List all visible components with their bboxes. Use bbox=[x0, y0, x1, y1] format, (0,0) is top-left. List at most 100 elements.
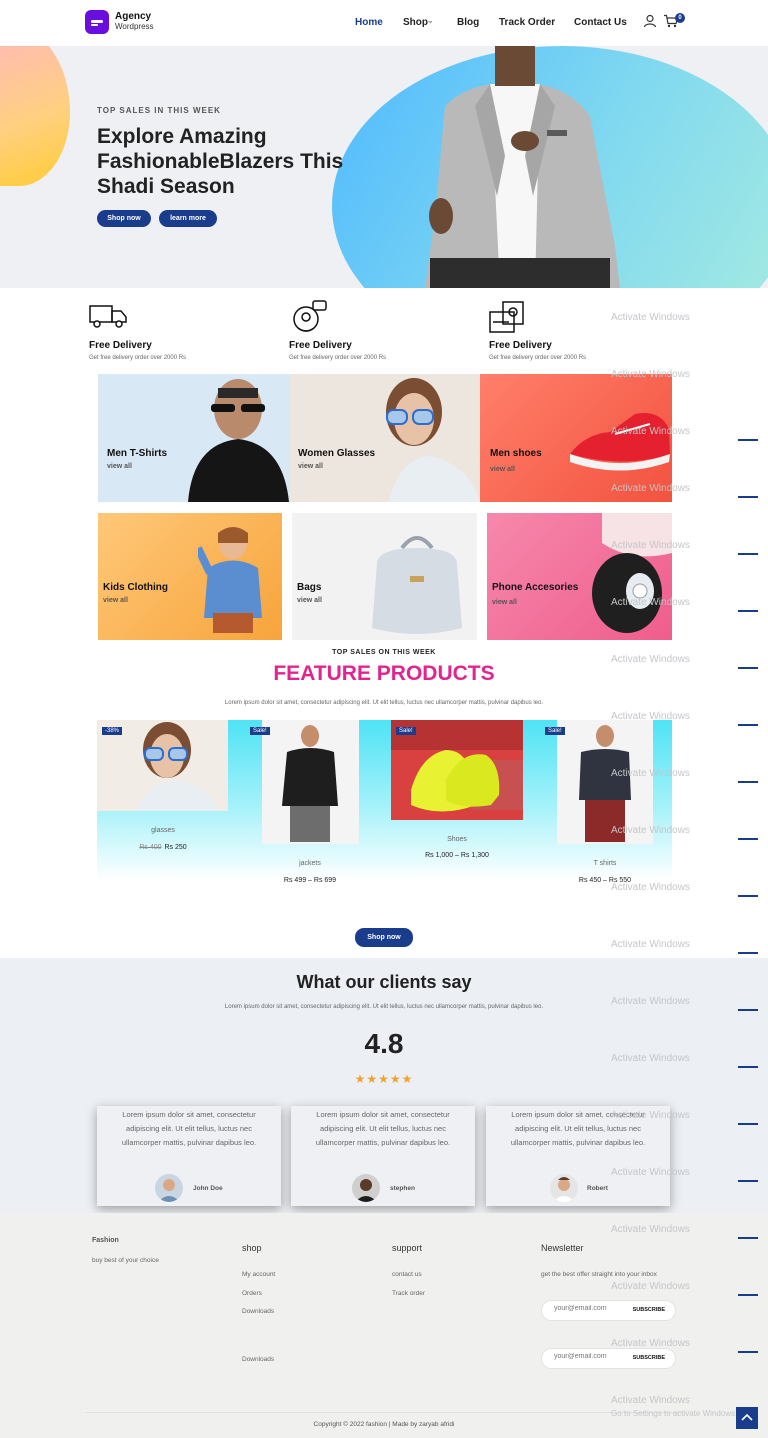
sale-badge: Sale! bbox=[545, 727, 565, 735]
hero-title: Explore Amazing FashionableBlazers This … bbox=[97, 125, 344, 198]
side-dash bbox=[738, 1066, 758, 1068]
category-image bbox=[198, 527, 262, 633]
footer-link-my-account[interactable]: My account bbox=[242, 1271, 275, 1278]
avatar bbox=[155, 1174, 183, 1202]
product-name[interactable]: Shoes bbox=[397, 836, 517, 843]
top-navbar: Agency Wordpress Home Shop ⌄ Blog Track O… bbox=[0, 0, 768, 46]
logo-subtitle: Wordpress bbox=[115, 22, 154, 31]
footer-newsletter-heading: Newsletter bbox=[541, 1243, 584, 1253]
product-image-jackets[interactable] bbox=[262, 720, 359, 844]
footer-link-track-order[interactable]: Track order bbox=[392, 1290, 425, 1297]
windows-watermark: Activate Windows bbox=[611, 1224, 690, 1235]
windows-watermark: Activate Windows bbox=[611, 825, 690, 836]
category-view-all-link[interactable]: view all bbox=[103, 597, 128, 604]
avatar bbox=[550, 1174, 578, 1202]
windows-watermark: Activate Windows bbox=[611, 711, 690, 722]
side-dash bbox=[738, 610, 758, 612]
side-dash bbox=[738, 895, 758, 897]
nav-contact-us[interactable]: Contact Us bbox=[574, 17, 627, 28]
truck-icon bbox=[89, 305, 127, 328]
windows-watermark: Activate Windows bbox=[611, 939, 690, 950]
products-title: FEATURE PRODUCTS bbox=[273, 662, 495, 685]
windows-watermark: Activate Windows bbox=[611, 426, 690, 437]
footer-link-downloads[interactable]: Downloads bbox=[242, 1308, 274, 1315]
testimonial-card: Lorem ipsum dolor sit amet, consectetur … bbox=[291, 1106, 475, 1206]
user-icon[interactable] bbox=[643, 14, 657, 28]
hero-model-image bbox=[425, 46, 620, 288]
nav-track-order[interactable]: Track Order bbox=[499, 17, 555, 28]
hero-learn-more-button[interactable]: learn more bbox=[159, 210, 217, 227]
nav-blog[interactable]: Blog bbox=[457, 17, 479, 28]
testimonial-card: Lorem ipsum dolor sit amet, consectetur … bbox=[97, 1106, 281, 1206]
hero-banner: TOP SALES IN THIS WEEK Explore Amazing F… bbox=[0, 46, 768, 288]
chevron-up-icon bbox=[741, 1413, 753, 1421]
windows-watermark: Activate Windows bbox=[611, 768, 690, 779]
product-name[interactable]: T shirts bbox=[545, 860, 665, 867]
category-view-all-link[interactable]: view all bbox=[298, 463, 323, 470]
category-image bbox=[188, 379, 289, 502]
footer-link-downloads-extra[interactable]: Downloads bbox=[242, 1356, 274, 1363]
side-dash bbox=[738, 667, 758, 669]
windows-watermark: Activate Windows bbox=[611, 483, 690, 494]
nav-shop[interactable]: Shop ⌄ bbox=[403, 16, 434, 28]
category-view-all-link[interactable]: view all bbox=[490, 466, 515, 473]
windows-watermark: Activate Windows bbox=[611, 312, 690, 323]
chevron-down-icon: ⌄ bbox=[427, 16, 434, 25]
feature-text: Get free delivery order over 2000 Rs bbox=[89, 355, 187, 361]
side-dash bbox=[738, 1237, 758, 1239]
footer-link-orders[interactable]: Orders bbox=[242, 1290, 262, 1297]
category-men-tshirts[interactable]: Men T-Shirts view all bbox=[98, 374, 289, 502]
side-dash bbox=[738, 1294, 758, 1296]
nav-home[interactable]: Home bbox=[355, 17, 383, 28]
footer-brand-text: buy best of your choice bbox=[92, 1257, 159, 1264]
product-price: Rs 1,000 – Rs 1,300 bbox=[425, 852, 489, 859]
product-image-shoes[interactable] bbox=[391, 720, 523, 820]
windows-watermark: Activate Windows bbox=[611, 1395, 690, 1406]
avatar bbox=[352, 1174, 380, 1202]
category-title: Women Glasses bbox=[298, 448, 376, 459]
side-dash bbox=[738, 781, 758, 783]
products-shop-now-button[interactable]: Shop now bbox=[355, 928, 413, 947]
category-view-all-link[interactable]: view all bbox=[107, 463, 132, 470]
category-image bbox=[386, 378, 480, 502]
category-view-all-link[interactable]: view all bbox=[492, 599, 517, 606]
testimonial-card: Lorem ipsum dolor sit amet, consectetur … bbox=[486, 1106, 670, 1206]
testimonial-author: John Doe bbox=[193, 1185, 223, 1192]
copyright-text: Copyright © 2022 fashion | Made by zarya… bbox=[313, 1421, 455, 1428]
site-logo[interactable]: Agency Wordpress bbox=[85, 10, 154, 34]
category-kids-clothing[interactable]: Kids Clothing view all bbox=[98, 513, 282, 640]
subscribe-button[interactable]: SUBSCRIBE bbox=[633, 1355, 665, 1361]
category-women-glasses[interactable]: Women Glasses view all bbox=[289, 374, 480, 502]
side-dash bbox=[738, 952, 758, 954]
category-phone-accessories[interactable]: Phone Accesories view all bbox=[487, 513, 672, 640]
scroll-to-top-button[interactable] bbox=[736, 1407, 758, 1429]
windows-watermark: Activate Windows bbox=[611, 369, 690, 380]
testimonial-author: stephen bbox=[390, 1185, 415, 1192]
category-bags[interactable]: Bags view all bbox=[292, 513, 477, 640]
hero-shop-now-button[interactable]: Shop now bbox=[97, 210, 151, 227]
payment-icon bbox=[489, 301, 524, 333]
windows-watermark: Activate Windows bbox=[611, 996, 690, 1007]
side-dash bbox=[738, 496, 758, 498]
category-view-all-link[interactable]: view all bbox=[297, 597, 322, 604]
windows-watermark: Activate Windows bbox=[611, 882, 690, 893]
newsletter-form-secondary: SUBSCRIBE bbox=[541, 1348, 676, 1369]
side-dash bbox=[738, 1009, 758, 1011]
product-name[interactable]: jackets bbox=[250, 860, 370, 867]
side-dash bbox=[738, 838, 758, 840]
sale-badge: Sale! bbox=[396, 727, 416, 735]
category-image bbox=[372, 536, 462, 634]
decorative-blob bbox=[0, 46, 70, 186]
windows-watermark-sub: Go to Settings to activate Windows. bbox=[611, 1409, 738, 1418]
category-image bbox=[592, 513, 672, 633]
feature-item: Free Delivery Get free delivery order ov… bbox=[489, 300, 669, 361]
side-dash bbox=[738, 1180, 758, 1182]
subscribe-button[interactable]: SUBSCRIBE bbox=[633, 1307, 665, 1313]
footer-link-contact-us[interactable]: contact us bbox=[392, 1271, 422, 1278]
category-title: Bags bbox=[297, 582, 322, 593]
category-title: Kids Clothing bbox=[103, 582, 168, 593]
footer-shop-heading: shop bbox=[242, 1243, 262, 1253]
newsletter-email-input[interactable] bbox=[554, 1305, 624, 1312]
newsletter-email-input[interactable] bbox=[554, 1353, 624, 1360]
product-name[interactable]: glasses bbox=[103, 827, 223, 834]
